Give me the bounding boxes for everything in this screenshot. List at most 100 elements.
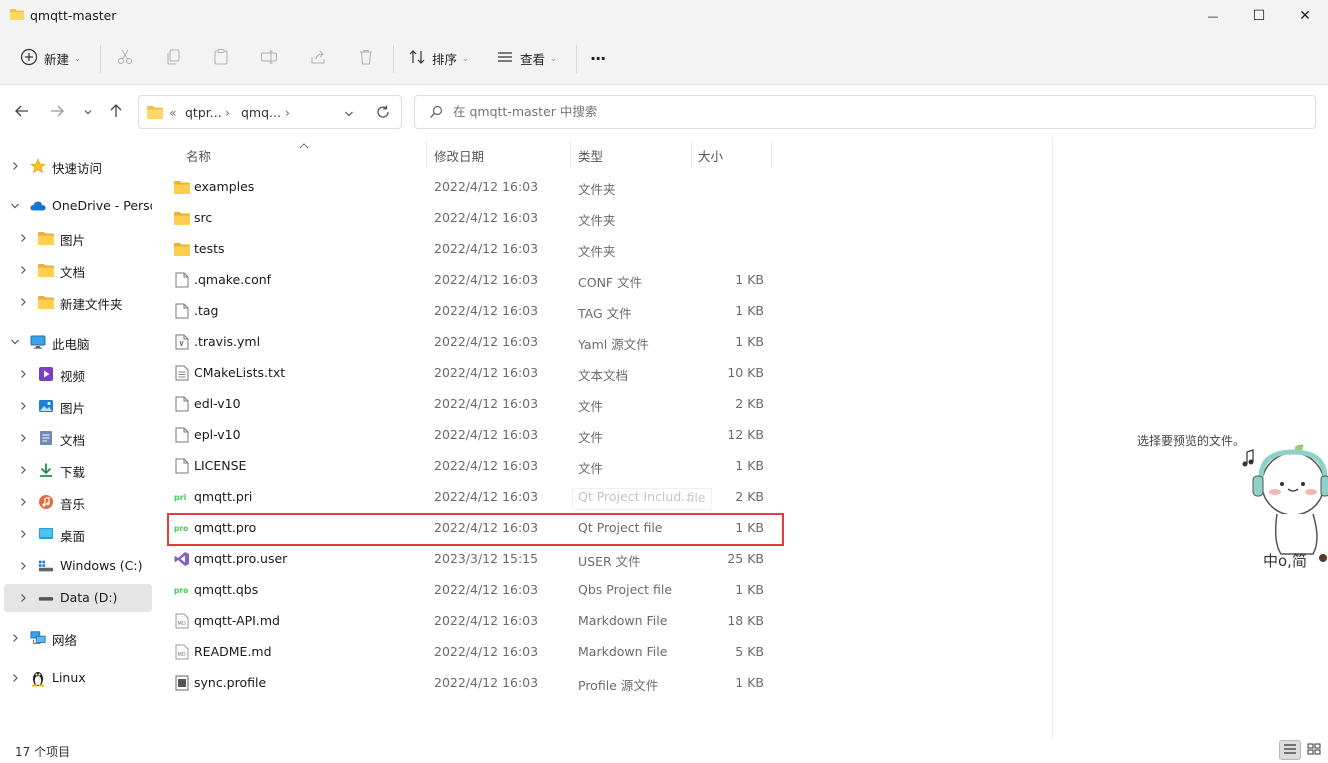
file-row[interactable]: .travis.yml 2022/4/12 16:03 Yaml 源文件 1 KB — [166, 327, 786, 357]
column-divider[interactable] — [426, 142, 427, 168]
sidebar-item[interactable]: Data (D:) — [4, 584, 152, 612]
sidebar-item[interactable]: OneDrive - Perso — [4, 192, 152, 220]
sidebar-item[interactable]: 桌面 — [4, 520, 152, 548]
sidebar-item[interactable]: 文档 — [4, 256, 152, 284]
chevron-right-icon[interactable] — [18, 561, 28, 571]
chevron-right-icon[interactable] — [18, 593, 28, 603]
sort-button[interactable]: 排序 ⌄ — [408, 44, 469, 72]
chevron-right-icon[interactable] — [18, 529, 28, 539]
chevron-right-icon[interactable] — [18, 233, 28, 243]
command-bar: 新建 ⌄ 排序 ⌄ 查看 ⌄ ··· — [0, 32, 1328, 85]
column-divider[interactable] — [570, 142, 571, 168]
cloud-icon — [30, 198, 46, 214]
sidebar-item[interactable]: 下载 — [4, 456, 152, 484]
back-button[interactable] — [12, 102, 32, 122]
column-divider[interactable] — [771, 142, 772, 168]
column-header-name[interactable]: 名称 — [186, 146, 211, 165]
file-row[interactable]: MD README.md 2022/4/12 16:03 Markdown File 5… — [166, 637, 786, 667]
column-header-type[interactable]: 类型 — [578, 146, 603, 165]
column-header-date[interactable]: 修改日期 — [434, 146, 484, 165]
close-button[interactable]: ✕ — [1282, 0, 1328, 32]
sidebar-item[interactable]: 快速访问 — [4, 152, 152, 180]
sidebar-item[interactable]: 网络 — [4, 624, 152, 652]
chevron-down-icon[interactable] — [344, 107, 354, 122]
sidebar-item[interactable]: 视频 — [4, 360, 152, 388]
search-box[interactable] — [414, 95, 1316, 129]
file-row[interactable]: .tag 2022/4/12 16:03 TAG 文件 1 KB — [166, 296, 786, 326]
paste-button[interactable] — [212, 44, 230, 72]
chevron-down-icon[interactable] — [10, 337, 20, 347]
column-header-size[interactable]: 大小 — [698, 146, 723, 165]
new-button[interactable]: 新建 ⌄ — [20, 44, 81, 72]
breadcrumb-segment[interactable]: qmq... — [241, 105, 281, 120]
breadcrumb-overflow[interactable]: « — [169, 105, 177, 120]
sidebar-item[interactable]: 此电脑 — [4, 328, 152, 356]
delete-button[interactable] — [357, 44, 375, 72]
file-type: 文件 — [578, 399, 604, 414]
search-input[interactable] — [453, 104, 1253, 119]
arrow-left-icon — [14, 103, 30, 122]
view-button[interactable]: 查看 ⌄ — [496, 44, 557, 72]
copy-button[interactable] — [165, 44, 183, 72]
file-row[interactable]: sync.profile 2022/4/12 16:03 Profile 源文件 1 … — [166, 668, 786, 698]
recent-locations-button[interactable] — [78, 102, 98, 122]
more-options-button[interactable]: ··· — [590, 44, 606, 72]
minimize-icon: — — [1207, 9, 1219, 23]
file-type: 文件 — [578, 430, 604, 445]
file-name: epl-v10 — [194, 427, 241, 442]
sidebar-item[interactable]: 图片 — [4, 392, 152, 420]
file-name: src — [194, 210, 213, 225]
breadcrumb-segment[interactable]: qtpr... — [185, 105, 222, 120]
sidebar-item[interactable]: 新建文件夹 — [4, 288, 152, 316]
file-row[interactable]: epl-v10 2022/4/12 16:03 文件 12 KB — [166, 420, 786, 450]
sidebar-item[interactable]: 图片 — [4, 224, 152, 252]
chevron-right-icon[interactable] — [18, 465, 28, 475]
breadcrumb-separator[interactable]: › — [225, 105, 230, 120]
chevron-right-icon[interactable] — [10, 161, 20, 171]
chevron-right-icon[interactable] — [10, 673, 20, 683]
chevron-right-icon[interactable] — [18, 265, 28, 275]
cut-button[interactable] — [116, 44, 134, 72]
sidebar-item[interactable]: Linux — [4, 664, 152, 692]
column-divider[interactable] — [691, 142, 692, 168]
chevron-right-icon[interactable] — [18, 369, 28, 379]
file-row[interactable]: tests 2022/4/12 16:03 文件夹 — [166, 234, 786, 264]
file-row[interactable]: src 2022/4/12 16:03 文件夹 — [166, 203, 786, 233]
file-row[interactable]: MD qmqtt-API.md 2022/4/12 16:03 Markdown Fi… — [166, 606, 786, 636]
share-button[interactable] — [309, 44, 327, 72]
chevron-right-icon[interactable] — [18, 433, 28, 443]
chevron-right-icon[interactable] — [18, 497, 28, 507]
minimize-button[interactable]: — — [1190, 0, 1236, 32]
maximize-button[interactable]: ☐ — [1236, 0, 1282, 32]
file-row[interactable]: edl-v10 2022/4/12 16:03 文件 2 KB — [166, 389, 786, 419]
chevron-right-icon[interactable] — [18, 297, 28, 307]
svg-text:中o,简: 中o,简 — [1263, 552, 1307, 570]
chevron-down-icon[interactable] — [10, 201, 20, 211]
file-row[interactable]: examples 2022/4/12 16:03 文件夹 — [166, 172, 786, 202]
tiles-view-icon — [1307, 743, 1321, 758]
large-icons-view-button[interactable] — [1303, 740, 1325, 760]
maximize-icon: ☐ — [1252, 8, 1266, 24]
sidebar-item[interactable]: 音乐 — [4, 488, 152, 516]
folder-icon — [38, 262, 54, 278]
sidebar-item[interactable]: Windows (C:) — [4, 552, 152, 580]
file-row[interactable]: pro qmqtt.qbs 2022/4/12 16:03 Qbs Project f… — [166, 575, 786, 605]
sidebar-item[interactable]: 文档 — [4, 424, 152, 452]
refresh-icon[interactable] — [375, 104, 391, 123]
scissors-icon — [116, 48, 134, 69]
file-date: 2022/4/12 16:03 — [434, 458, 539, 473]
file-row[interactable]: CMakeLists.txt 2022/4/12 16:03 文本文档 10 KB — [166, 358, 786, 388]
file-row[interactable]: .qmake.conf 2022/4/12 16:03 CONF 文件 1 KB — [166, 265, 786, 295]
file-row[interactable]: LICENSE 2022/4/12 16:03 文件 1 KB — [166, 451, 786, 481]
chevron-right-icon[interactable] — [10, 633, 20, 643]
file-size: 2 KB — [735, 396, 764, 411]
chevron-right-icon[interactable] — [18, 401, 28, 411]
forward-button[interactable] — [47, 102, 67, 122]
breadcrumb-separator[interactable]: › — [285, 105, 290, 120]
file-row[interactable]: qmqtt.pro.user 2023/3/12 15:15 USER 文件 25 K… — [166, 544, 786, 574]
up-button[interactable] — [106, 102, 126, 122]
details-view-button[interactable] — [1279, 740, 1301, 760]
sidebar-item-label: Data (D:) — [60, 590, 118, 605]
rename-button[interactable] — [260, 44, 278, 72]
address-bar[interactable]: « qtpr... › qmq... › — [138, 95, 402, 129]
